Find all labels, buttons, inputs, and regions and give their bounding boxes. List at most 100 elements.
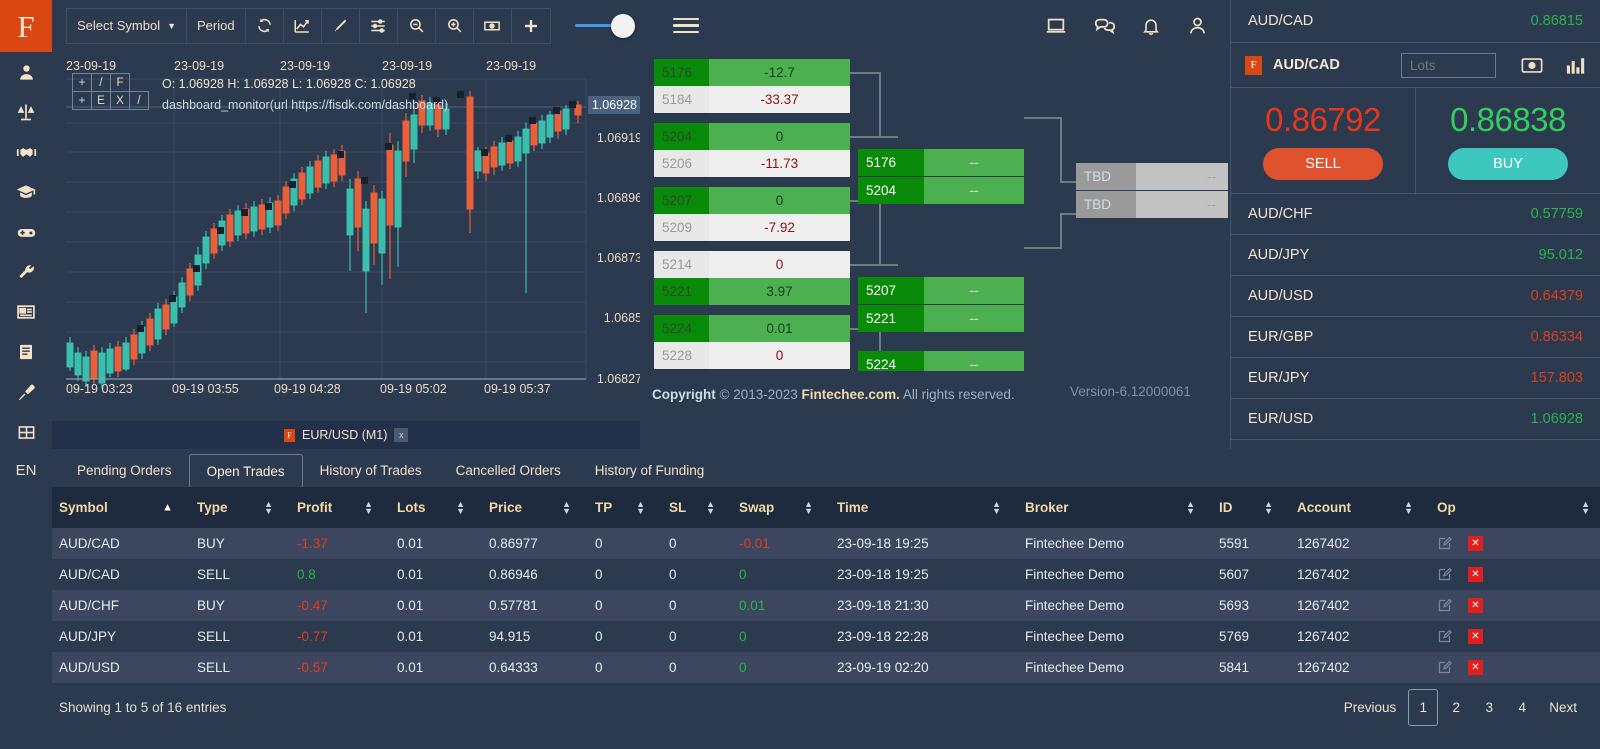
tab-history-of-funding[interactable]: History of Funding — [578, 454, 722, 487]
sidebar-item-documents[interactable] — [0, 332, 52, 372]
indicators-button[interactable] — [284, 7, 322, 44]
close-trade-icon[interactable]: ✕ — [1468, 598, 1483, 613]
pagination-page-4[interactable]: 4 — [1507, 689, 1537, 726]
watchlist-item[interactable]: AUD/USD 0.64379 — [1231, 276, 1600, 317]
col-swap[interactable]: Swap ▲ ▼ — [725, 487, 823, 528]
col-account[interactable]: Account ▲ ▼ — [1283, 487, 1423, 528]
chart-symbol-tab[interactable]: F EUR/USD (M1) x — [274, 421, 419, 449]
zoom-in-button[interactable] — [436, 7, 474, 44]
watchlist-item[interactable]: AUD/CHF 0.57759 — [1231, 194, 1600, 235]
col-type[interactable]: Type ▲ ▼ — [183, 487, 283, 528]
sidebar-item-profile[interactable] — [0, 52, 52, 92]
col-symbol[interactable]: Symbol ▲ — [45, 487, 183, 528]
sidebar-item-games[interactable] — [0, 212, 52, 252]
sell-button[interactable]: SELL — [1263, 148, 1383, 180]
tab-pending-orders[interactable]: Pending Orders — [60, 454, 189, 487]
bracket-match-slot[interactable]: 5207 0 — [654, 187, 850, 214]
buy-button[interactable]: BUY — [1448, 148, 1568, 180]
bracket-match-slot-tbd[interactable]: TBD -- — [1076, 191, 1228, 218]
app-logo[interactable]: F — [0, 0, 52, 52]
bracket-match-slot-r2[interactable]: 5176 -- — [858, 149, 1024, 176]
col-sl[interactable]: SL ▲ ▼ — [655, 487, 725, 528]
table-row[interactable]: AUD/CAD BUY -1.37 0.01 0.86977 0 0 -0.01… — [45, 528, 1600, 559]
col-price[interactable]: Price ▲ ▼ — [475, 487, 581, 528]
indicator-cell[interactable]: F — [110, 73, 130, 92]
edit-icon[interactable] — [1437, 536, 1452, 551]
laptop-icon[interactable] — [1045, 15, 1067, 37]
bracket-match-slot[interactable]: 5224 0.01 — [654, 315, 850, 342]
bracket-match-slot-r2[interactable]: 5221 -- — [858, 305, 1024, 332]
account-icon[interactable] — [1187, 15, 1208, 36]
indicator-cell[interactable]: X — [110, 91, 130, 110]
indicator-cell[interactable]: E — [91, 91, 111, 110]
sidebar-item-balance[interactable] — [0, 92, 52, 132]
zoom-out-button[interactable] — [398, 7, 436, 44]
period-button[interactable]: Period — [187, 7, 246, 44]
tab-history-of-trades[interactable]: History of Trades — [303, 454, 439, 487]
table-row[interactable]: AUD/CAD SELL 0.8 0.01 0.86946 0 0 0 23-0… — [45, 559, 1600, 590]
bracket[interactable]: 5176 -12.7 5184 -33.37 5204 0 5206 -11.7… — [640, 51, 1230, 371]
bracket-match-slot[interactable]: 5204 0 — [654, 123, 850, 150]
col-time[interactable]: Time ▲ ▼ — [823, 487, 1011, 528]
col-op[interactable]: Op ▲ ▼ — [1423, 487, 1600, 528]
chat-icon[interactable] — [1093, 15, 1115, 37]
watchlist-item[interactable]: EUR/USD 1.06928 — [1231, 399, 1600, 440]
col-lots[interactable]: Lots ▲ ▼ — [383, 487, 475, 528]
edit-icon[interactable] — [1437, 567, 1452, 582]
copyright-brand[interactable]: Fintechee.com. — [802, 387, 900, 402]
sidebar-item-news[interactable] — [0, 292, 52, 332]
bracket-match-slot[interactable]: 5176 -12.7 — [654, 59, 850, 86]
pagination-page-1[interactable]: 1 — [1408, 689, 1439, 726]
zoom-slider[interactable] — [574, 11, 645, 41]
money-icon[interactable] — [1521, 57, 1543, 74]
tab-open-trades[interactable]: Open Trades — [188, 454, 303, 487]
bracket-match-slot[interactable]: 5228 0 — [654, 342, 850, 369]
edit-icon[interactable] — [1437, 598, 1452, 613]
lots-input[interactable] — [1401, 52, 1496, 78]
sidebar-item-partnership[interactable] — [0, 132, 52, 172]
sidebar-item-tables[interactable] — [0, 412, 52, 452]
sidebar-item-education[interactable] — [0, 172, 52, 212]
bracket-match-slot[interactable]: 5221 3.97 — [654, 278, 850, 305]
indicator-cell[interactable]: / — [91, 73, 111, 92]
col-profit[interactable]: Profit ▲ ▼ — [283, 487, 383, 528]
bracket-match-slot-r2[interactable]: 5207 -- — [858, 277, 1024, 304]
close-icon[interactable]: x — [394, 428, 409, 442]
watchlist-item[interactable]: EUR/JPY 157.803 — [1231, 358, 1600, 399]
chart-indicator-toggles[interactable]: + / F + E X / — [72, 73, 149, 110]
col-id[interactable]: ID ▲ ▼ — [1205, 487, 1283, 528]
pagination-page-3[interactable]: 3 — [1474, 689, 1504, 726]
table-row[interactable]: AUD/USD SELL -0.57 0.01 0.64333 0 0 0 23… — [45, 652, 1600, 683]
watchlist-item[interactable]: AUD/JPY 95.012 — [1231, 235, 1600, 276]
bracket-match-slot-tbd[interactable]: TBD -- — [1076, 163, 1228, 190]
edit-icon[interactable] — [1437, 629, 1452, 644]
chart-bars-icon[interactable] — [1566, 57, 1586, 74]
pagination-previous[interactable]: Previous — [1335, 689, 1406, 726]
col-tp[interactable]: TP ▲ ▼ — [581, 487, 655, 528]
settings-sliders-button[interactable] — [360, 7, 398, 44]
select-symbol-dropdown[interactable]: Select Symbol ▼ — [67, 7, 188, 44]
tab-cancelled-orders[interactable]: Cancelled Orders — [439, 454, 578, 487]
close-trade-icon[interactable]: ✕ — [1468, 629, 1483, 644]
bracket-match-slot[interactable]: 5206 -11.73 — [654, 150, 850, 177]
indicator-cell[interactable]: / — [129, 91, 149, 110]
table-row[interactable]: AUD/JPY SELL -0.77 0.01 94.915 0 0 0 23-… — [45, 621, 1600, 652]
close-trade-icon[interactable]: ✕ — [1468, 660, 1483, 675]
bracket-match-slot[interactable]: 5214 0 — [654, 251, 850, 278]
add-button[interactable] — [512, 8, 550, 44]
watchlist-item-selected[interactable]: AUD/CAD 0.86815 — [1231, 0, 1600, 43]
pagination-next[interactable]: Next — [1540, 689, 1586, 726]
sidebar-item-themes[interactable] — [0, 372, 52, 412]
slider-knob[interactable] — [610, 13, 635, 38]
indicator-cell[interactable]: + — [72, 73, 92, 92]
watchlist-item[interactable]: EUR/GBP 0.86334 — [1231, 317, 1600, 358]
menu-button[interactable] — [672, 14, 699, 38]
bracket-match-slot-r2[interactable]: 5224 -- — [858, 351, 1024, 371]
sidebar-item-tools[interactable] — [0, 252, 52, 292]
close-trade-icon[interactable]: ✕ — [1468, 536, 1483, 551]
bell-icon[interactable] — [1141, 16, 1161, 36]
money-button[interactable] — [474, 7, 512, 44]
close-trade-icon[interactable]: ✕ — [1468, 567, 1483, 582]
language-selector[interactable]: EN — [0, 452, 52, 488]
bracket-match-slot-r2[interactable]: 5204 -- — [858, 177, 1024, 204]
